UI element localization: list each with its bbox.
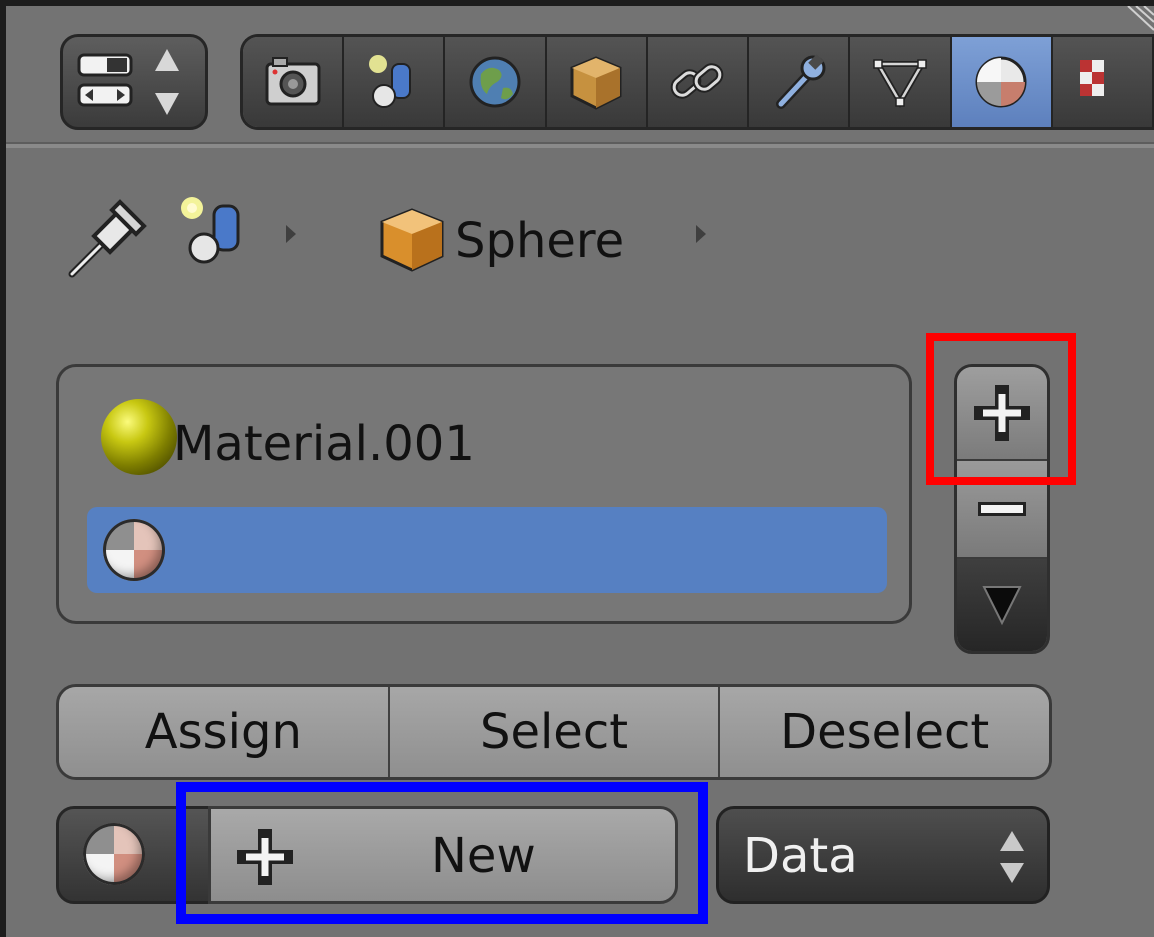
material-sphere-icon: [83, 823, 145, 885]
constraint-link-icon: [671, 63, 724, 99]
minus-icon: [978, 502, 1026, 516]
tab-render[interactable]: [243, 37, 345, 127]
select-button[interactable]: Select: [389, 687, 721, 777]
header-divider: [6, 142, 1154, 148]
red-highlight-box: [926, 333, 1076, 485]
tab-object[interactable]: [546, 37, 648, 127]
link-data-label: Data: [743, 828, 858, 884]
editor-type-button[interactable]: [60, 34, 208, 130]
list-item-label: Material.001: [173, 416, 475, 472]
tab-world[interactable]: [445, 37, 547, 127]
slot-specials-button[interactable]: [957, 559, 1047, 651]
material-sphere-icon: [103, 519, 165, 581]
texture-checker-icon: [1080, 60, 1105, 96]
pin-icon[interactable]: [64, 192, 154, 282]
slot-action-buttons: Assign Select Deselect: [56, 684, 1052, 780]
list-item[interactable]: Material.001: [87, 399, 887, 489]
properties-editor-icon: [77, 49, 179, 115]
context-tabs: [240, 34, 1154, 130]
up-down-arrows-icon: [1000, 831, 1024, 883]
link-data-select[interactable]: Data: [716, 806, 1050, 904]
tab-modifiers[interactable]: [749, 37, 851, 127]
wrench-icon: [775, 54, 826, 109]
list-item-selected[interactable]: [87, 507, 887, 593]
render-layers-icon: [368, 55, 411, 108]
yellow-material-icon: [101, 399, 177, 475]
deselect-button[interactable]: Deselect: [720, 687, 1049, 777]
tab-material[interactable]: [951, 37, 1053, 127]
render-layers-icon: [181, 197, 240, 264]
tab-constraints[interactable]: [647, 37, 750, 127]
assign-button[interactable]: Assign: [59, 687, 390, 777]
material-slot-list: Material.001: [56, 364, 912, 624]
breadcrumb-arrow-icon: [696, 225, 706, 243]
breadcrumb-object-name: Sphere: [455, 213, 625, 269]
object-cube-icon: [380, 208, 444, 272]
world-icon: [469, 56, 521, 108]
blue-highlight-box: [176, 782, 708, 924]
camera-icon: [265, 57, 321, 106]
tab-data[interactable]: [850, 37, 952, 127]
triangle-down-icon: [982, 586, 1022, 626]
area-corner-grip[interactable]: [1114, 6, 1154, 40]
mesh-data-icon: [872, 59, 928, 108]
object-cube-icon: [570, 56, 622, 110]
breadcrumb-arrow-icon: [286, 225, 296, 243]
tab-texture[interactable]: [1052, 37, 1154, 127]
material-sphere-icon: [975, 56, 1027, 108]
tab-render-layers[interactable]: [344, 37, 446, 127]
